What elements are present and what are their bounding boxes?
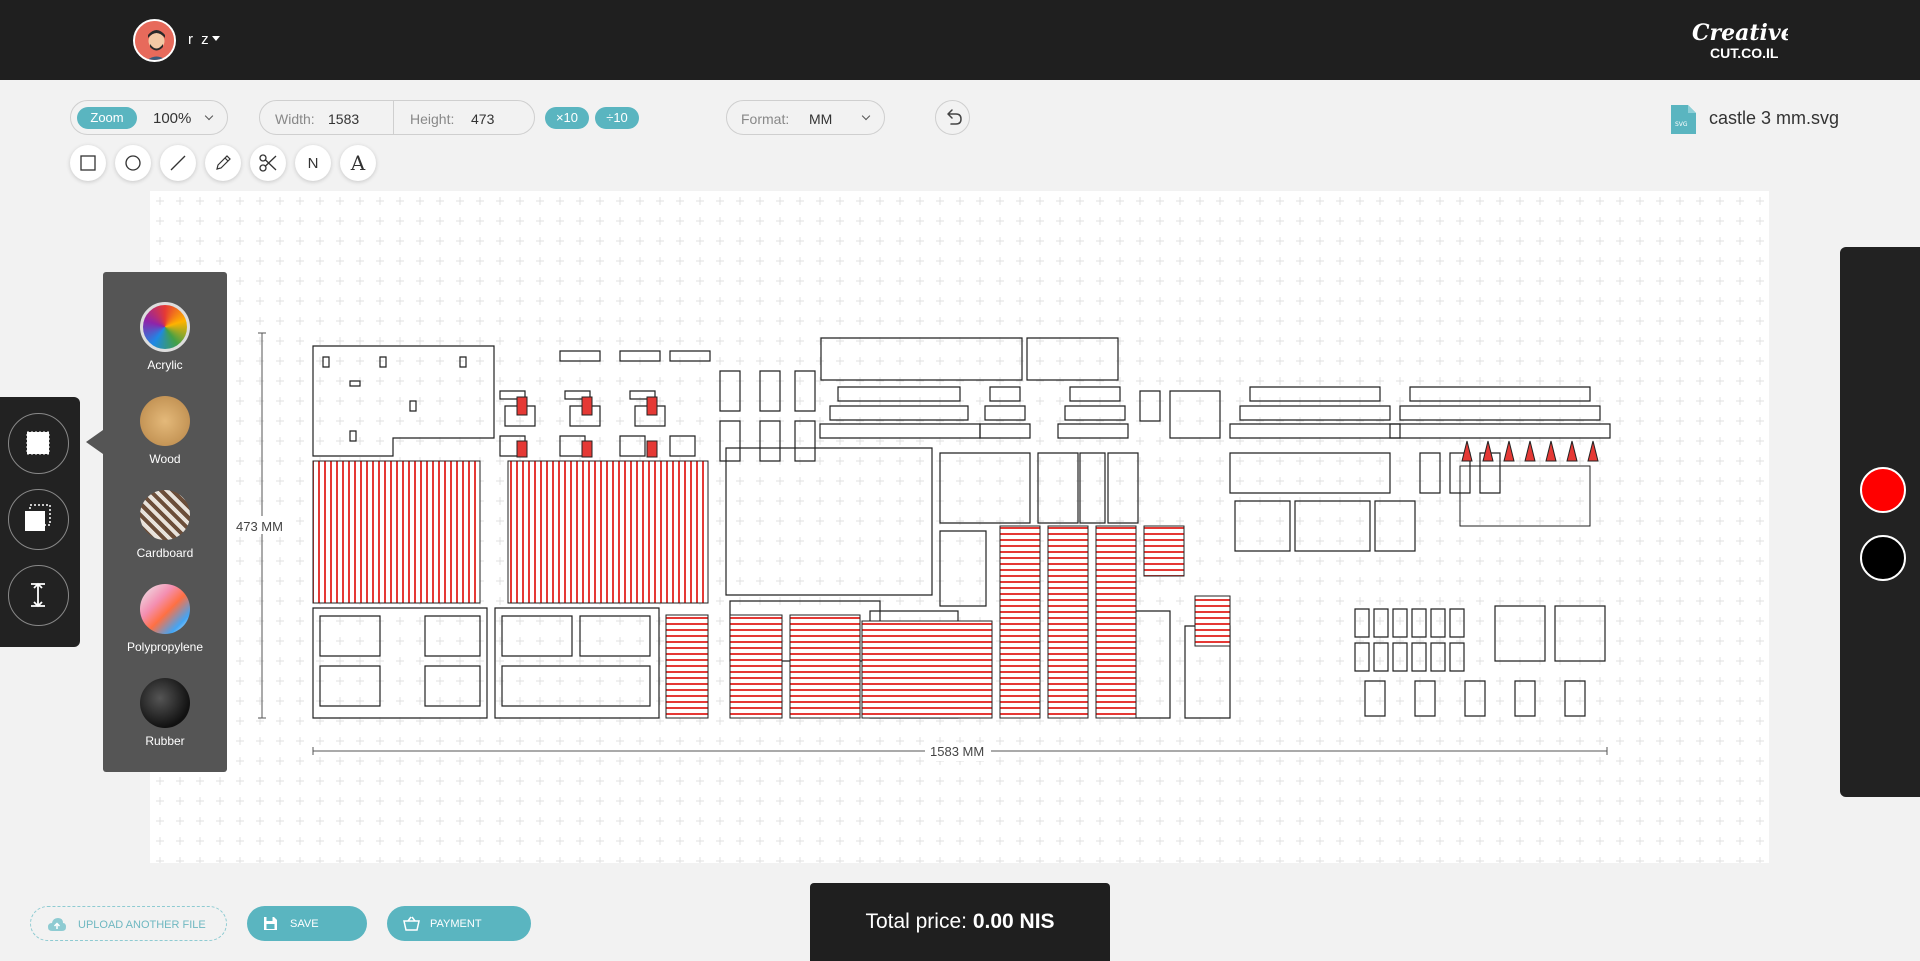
rubber-swatch: [140, 678, 190, 728]
height-dimension-label: 473 MM: [236, 519, 283, 534]
line-tool-button[interactable]: [160, 145, 196, 181]
divider: [393, 101, 394, 134]
top-header: r z Creative CUT.CO.IL: [0, 0, 1920, 80]
material-wood[interactable]: Wood: [103, 396, 227, 466]
dimensions-control: Width: 1583 Height: 473: [259, 100, 535, 135]
polypropylene-swatch: [140, 584, 190, 634]
format-control[interactable]: Format: MM: [726, 100, 885, 135]
cloud-upload-icon: [48, 918, 66, 931]
rectangle-icon: [80, 155, 96, 171]
design-canvas[interactable]: 473 MM 1583 MM: [150, 191, 1769, 863]
upload-another-file-button[interactable]: UPLOAD ANOTHER FILE: [30, 906, 227, 941]
user-menu-caret-icon[interactable]: [212, 36, 220, 41]
file-type-badge: SVG: [1675, 121, 1688, 128]
multiply-10-button[interactable]: ×10: [545, 107, 589, 129]
layers-icon: [25, 504, 51, 531]
undo-icon: [947, 109, 962, 125]
basket-icon: [403, 916, 420, 931]
material-panel: Acrylic Wood Cardboard Polypropylene Rub…: [103, 272, 227, 772]
material-label: Wood: [149, 452, 181, 466]
thickness-icon: [31, 582, 45, 608]
circle-icon: [125, 155, 141, 171]
width-input[interactable]: 1583: [328, 111, 359, 127]
scissors-tool-button[interactable]: [250, 145, 286, 181]
pencil-icon: [216, 155, 231, 170]
brand-logo-bottom: CUT.CO.IL: [1710, 45, 1779, 61]
material-rubber[interactable]: Rubber: [103, 678, 227, 748]
material-label: Cardboard: [136, 546, 194, 560]
wood-swatch: [140, 396, 190, 446]
pencil-tool-button[interactable]: [205, 145, 241, 181]
total-price: Total price: 0.00 NIS: [810, 883, 1110, 961]
material-label: Polypropylene: [126, 640, 204, 654]
color-black-swatch[interactable]: [1860, 535, 1906, 581]
total-price-value: 0.00 NIS: [972, 910, 1055, 933]
material-polypropylene[interactable]: Polypropylene: [103, 584, 227, 654]
chevron-down-icon[interactable]: [204, 111, 214, 121]
left-tool-panel: [0, 397, 80, 647]
material-button[interactable]: [8, 413, 69, 474]
material-cardboard[interactable]: Cardboard: [103, 490, 227, 560]
total-price-label: Total price:: [865, 910, 967, 933]
acrylic-swatch: [140, 302, 190, 352]
panel-pointer: [86, 430, 103, 454]
file-name: castle 3 mm.svg: [1709, 108, 1840, 128]
material-acrylic[interactable]: Acrylic: [103, 302, 227, 372]
brand-logo[interactable]: Creative CUT.CO.IL: [1688, 16, 1795, 66]
scissors-icon: [259, 154, 277, 172]
format-value[interactable]: MM: [809, 111, 832, 127]
payment-button[interactable]: PAYMENT: [387, 906, 531, 941]
brand-logo-top: Creative: [1692, 20, 1788, 46]
line-icon: [170, 155, 186, 171]
material-label: Rubber: [145, 734, 185, 748]
chevron-down-icon[interactable]: [861, 111, 871, 121]
thickness-button[interactable]: [8, 565, 69, 626]
zoom-label: Zoom: [77, 107, 137, 129]
layers-button[interactable]: [8, 489, 69, 550]
file-icon: SVG: [1671, 105, 1696, 134]
text-tool-button[interactable]: A: [340, 145, 376, 181]
user-name[interactable]: r z: [188, 31, 211, 48]
user-avatar[interactable]: [133, 19, 176, 62]
save-button[interactable]: SAVE: [247, 906, 367, 941]
canvas-grid: 473 MM 1583 MM: [150, 191, 1769, 863]
zoom-value[interactable]: 100%: [153, 110, 191, 127]
height-label: Height:: [410, 111, 455, 127]
material-icon: [26, 431, 50, 455]
color-red-swatch[interactable]: [1860, 467, 1906, 513]
width-dimension-label: 1583 MM: [930, 744, 984, 759]
undo-button[interactable]: [935, 100, 970, 135]
save-label: SAVE: [290, 918, 319, 930]
material-label: Acrylic: [147, 358, 183, 372]
upload-label: UPLOAD ANOTHER FILE: [78, 919, 206, 931]
divide-10-button[interactable]: ÷10: [595, 107, 639, 129]
circle-tool-button[interactable]: [115, 145, 151, 181]
zoom-control[interactable]: Zoom 100%: [70, 100, 228, 135]
width-label: Width:: [275, 111, 315, 127]
node-tool-button[interactable]: N: [295, 145, 331, 181]
save-icon: [264, 917, 277, 930]
format-label: Format:: [741, 111, 790, 127]
cardboard-swatch: [140, 490, 190, 540]
payment-label: PAYMENT: [430, 918, 482, 930]
height-input[interactable]: 473: [471, 111, 494, 127]
color-panel: [1840, 247, 1920, 797]
rectangle-tool-button[interactable]: [70, 145, 106, 181]
